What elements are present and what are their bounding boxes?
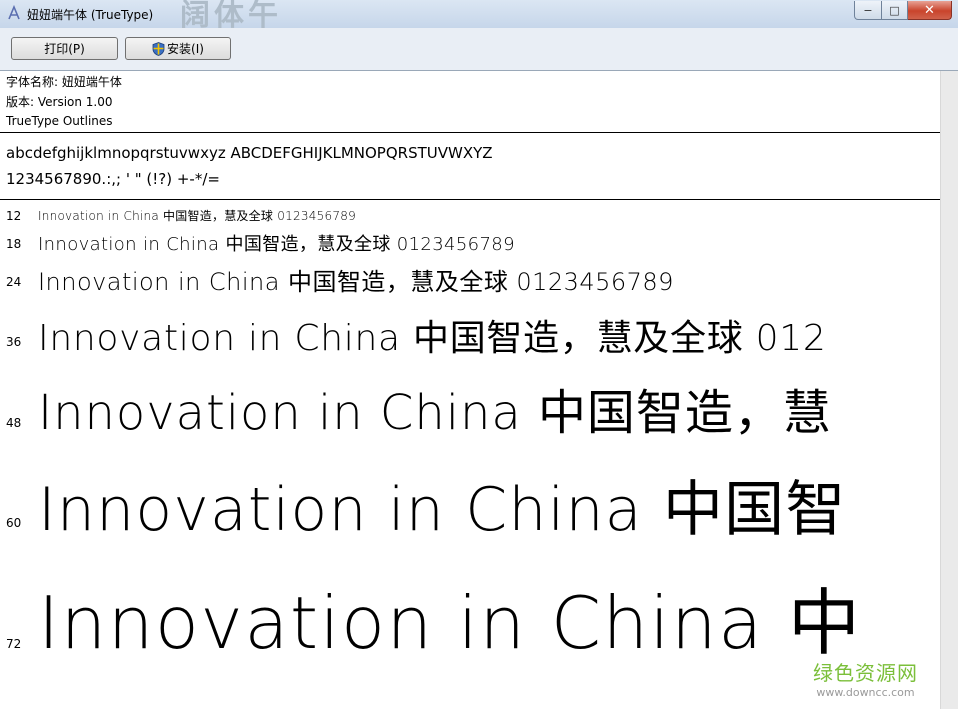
size-label: 12 — [6, 209, 22, 223]
font-preview-pane[interactable]: 字体名称: 妞妞端午体 版本: Version 1.00 TrueType Ou… — [0, 71, 940, 709]
maximize-button[interactable]: □ — [882, 1, 908, 20]
toolbar: 打印(P) 安装(I) — [0, 28, 958, 71]
title-bar[interactable]: 阔体午 妞妞端午体 (TrueType) − □ ✕ — [0, 0, 958, 33]
sample-text: Innovation in China 中 — [38, 581, 862, 665]
charset-digits: 1234567890.:,; ' " (!?) +-*/= — [6, 170, 220, 188]
sample-text: Innovation in China 中国智造，慧 — [38, 385, 832, 441]
sample-text: Innovation in China 中国智造，慧及全球 012 — [38, 318, 827, 359]
window-title: 妞妞端午体 (TrueType) — [27, 8, 154, 22]
sample-text: Innovation in China 中国智 — [38, 475, 847, 545]
size-label: 72 — [6, 637, 22, 651]
uac-shield-icon — [152, 41, 165, 56]
window-controls: − □ ✕ — [854, 1, 952, 21]
size-label: 18 — [6, 237, 22, 251]
font-app-icon — [8, 5, 20, 20]
watermark: 绿色资源网 www.downcc.com — [813, 657, 918, 699]
size-label: 36 — [6, 335, 22, 349]
charset-letters: abcdefghijklmnopqrstuvwxyz ABCDEFGHIJKLM… — [6, 144, 493, 162]
sample-text: Innovation in China 中国智造，慧及全球 0123456789 — [38, 234, 515, 255]
font-type: TrueType Outlines — [6, 114, 113, 128]
size-label: 24 — [6, 275, 22, 289]
size-label: 60 — [6, 516, 22, 530]
install-button-label: 安装(I) — [167, 42, 204, 56]
divider — [0, 199, 940, 200]
print-button[interactable]: 打印(P) — [11, 37, 118, 60]
sample-text: Innovation in China 中国智造，慧及全球 0123456789 — [38, 209, 356, 223]
watermark-text: 绿色资源网 — [813, 661, 918, 685]
close-button[interactable]: ✕ — [908, 1, 952, 20]
font-info: 字体名称: 妞妞端午体 版本: Version 1.00 TrueType Ou… — [6, 73, 122, 132]
divider — [0, 132, 940, 133]
install-button[interactable]: 安装(I) — [125, 37, 231, 60]
minimize-icon: − — [863, 3, 873, 17]
sample-text: Innovation in China 中国智造，慧及全球 0123456789 — [38, 268, 674, 296]
print-button-label: 打印(P) — [44, 42, 85, 56]
font-version: 版本: Version 1.00 — [6, 94, 113, 109]
font-name: 字体名称: 妞妞端午体 — [6, 75, 122, 89]
watermark-url: www.downcc.com — [816, 686, 915, 699]
maximize-icon: □ — [889, 3, 900, 17]
close-icon: ✕ — [924, 2, 935, 18]
vertical-scrollbar[interactable] — [940, 71, 958, 709]
font-viewer-window: 阔体午 妞妞端午体 (TrueType) − □ ✕ 打印(P) 安装(I) 字… — [0, 0, 958, 709]
minimize-button[interactable]: − — [854, 1, 882, 20]
size-label: 48 — [6, 416, 22, 430]
